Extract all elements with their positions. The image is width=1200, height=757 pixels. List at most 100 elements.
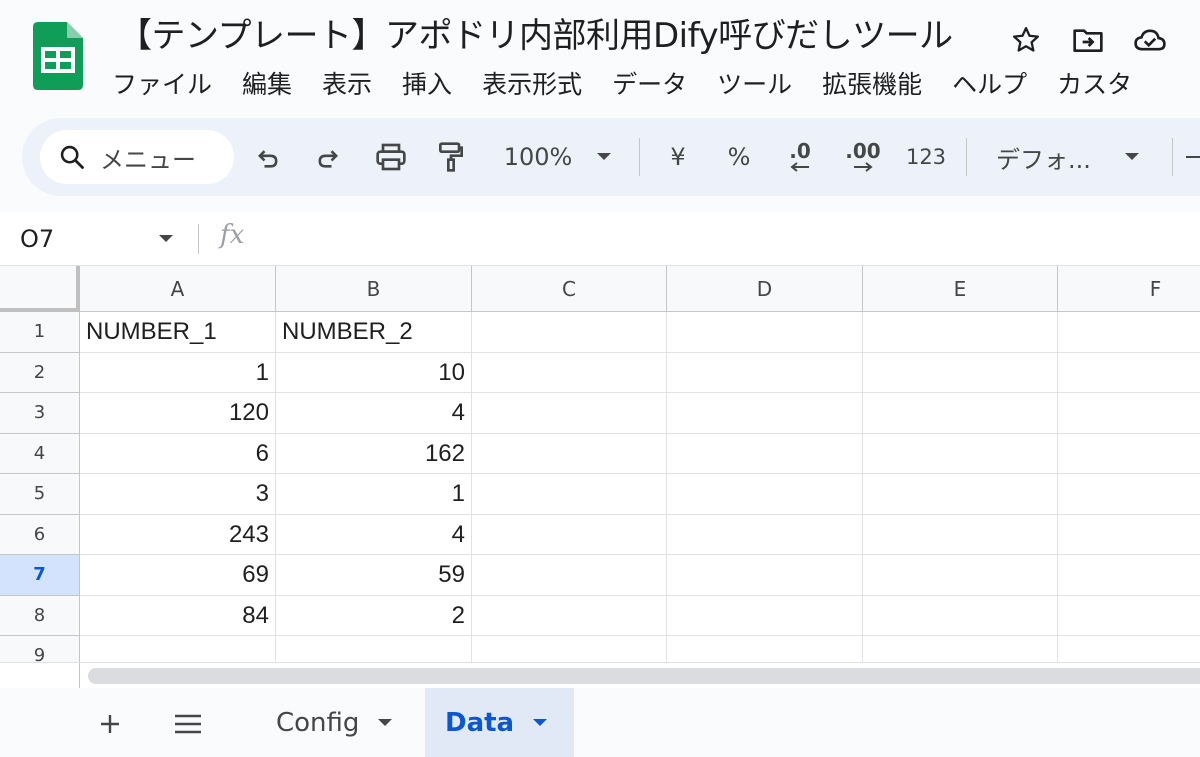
cell-b7[interactable]: 59	[276, 555, 472, 596]
column-header-b[interactable]: B	[276, 266, 472, 312]
sheets-logo-icon[interactable]	[33, 22, 83, 90]
column-header-a[interactable]: A	[80, 266, 276, 312]
add-sheet-button[interactable]	[88, 702, 132, 746]
column-header-c[interactable]: C	[472, 266, 667, 312]
column-header-e[interactable]: E	[863, 266, 1058, 312]
menu-search[interactable]: メニュー	[40, 130, 234, 184]
cell-b6[interactable]: 4	[276, 514, 472, 555]
empty-cell[interactable]	[863, 474, 1058, 515]
cell-b5[interactable]: 1	[276, 474, 472, 515]
row-header-5[interactable]: 5	[0, 474, 80, 515]
empty-cell[interactable]	[472, 636, 667, 662]
menu-custom[interactable]: カスタ	[1057, 66, 1147, 104]
select-all-corner[interactable]	[0, 266, 80, 312]
row-header-8[interactable]: 8	[0, 595, 80, 636]
zoom-select[interactable]: 100%	[500, 135, 576, 179]
currency-format-button[interactable]: ¥	[664, 135, 692, 179]
sheet-tab-data[interactable]: Data	[425, 688, 574, 757]
font-size-decrease-button[interactable]	[1186, 135, 1200, 179]
empty-cell[interactable]	[863, 433, 1058, 474]
empty-cell[interactable]	[667, 393, 863, 434]
menu-help[interactable]: ヘルプ	[952, 66, 1042, 104]
empty-cell[interactable]	[1058, 515, 1200, 555]
menu-edit[interactable]: 編集	[242, 66, 307, 104]
cell-b1[interactable]: NUMBER_2	[276, 312, 472, 353]
menu-view[interactable]: 表示	[322, 66, 387, 104]
row-header-9[interactable]: 9	[0, 636, 80, 662]
redo-button[interactable]	[310, 135, 346, 179]
empty-cell[interactable]	[80, 636, 276, 662]
empty-cell[interactable]	[472, 433, 667, 474]
empty-cell[interactable]	[863, 352, 1058, 393]
empty-cell[interactable]	[1058, 636, 1200, 662]
cell-b3[interactable]: 4	[276, 393, 472, 434]
row-header-2[interactable]: 2	[0, 352, 80, 393]
sheet-grid[interactable]: A B C D E F 1 2 3 4 5 6 7 8 9 NUMBER_1 N…	[0, 266, 1200, 662]
cell-a3[interactable]: 120	[80, 393, 276, 434]
menu-file[interactable]: ファイル	[112, 66, 227, 104]
empty-cell[interactable]	[863, 636, 1058, 662]
empty-cell[interactable]	[667, 312, 863, 353]
cell-a6[interactable]: 243	[80, 514, 276, 555]
menu-extensions[interactable]: 拡張機能	[822, 66, 937, 104]
chevron-down-icon[interactable]	[532, 718, 548, 728]
cell-a4[interactable]: 6	[80, 433, 276, 474]
empty-cell[interactable]	[1058, 393, 1200, 434]
empty-cell[interactable]	[667, 595, 863, 636]
empty-cell[interactable]	[472, 595, 667, 636]
empty-cell[interactable]	[863, 595, 1058, 636]
empty-cell[interactable]	[472, 312, 667, 353]
empty-cell[interactable]	[472, 555, 667, 596]
row-header-6[interactable]: 6	[0, 514, 80, 555]
all-sheets-button[interactable]	[166, 702, 210, 746]
empty-cell[interactable]	[863, 555, 1058, 596]
sheet-tab-config[interactable]: Config	[256, 688, 413, 757]
row-header-7[interactable]: 7	[0, 555, 80, 596]
decrease-decimal-button[interactable]: .0	[780, 135, 820, 179]
increase-decimal-button[interactable]: .00	[840, 135, 886, 179]
zoom-dropdown[interactable]	[592, 135, 616, 179]
empty-cell[interactable]	[667, 514, 863, 555]
chevron-down-icon[interactable]	[158, 234, 174, 244]
cell-a7[interactable]: 69	[80, 555, 276, 596]
column-header-f[interactable]: F	[1058, 266, 1200, 312]
empty-cell[interactable]	[1058, 353, 1200, 393]
document-title[interactable]: 【テンプレート】アポドリ内部利用Dify呼びだしツール	[118, 14, 953, 58]
empty-cell[interactable]	[667, 636, 863, 662]
empty-cell[interactable]	[1058, 596, 1200, 636]
percent-format-button[interactable]: %	[724, 135, 754, 179]
empty-cell[interactable]	[472, 352, 667, 393]
empty-cell[interactable]	[863, 514, 1058, 555]
empty-cell[interactable]	[1058, 312, 1200, 353]
row-header-4[interactable]: 4	[0, 433, 80, 474]
cell-a5[interactable]: 3	[80, 474, 276, 515]
paint-format-button[interactable]	[434, 135, 468, 179]
column-header-d[interactable]: D	[667, 266, 863, 312]
cell-b8[interactable]: 2	[276, 595, 472, 636]
empty-cell[interactable]	[667, 555, 863, 596]
cloud-saved-icon[interactable]	[1132, 22, 1168, 58]
star-icon[interactable]	[1008, 22, 1044, 58]
empty-cell[interactable]	[1058, 555, 1200, 596]
move-folder-icon[interactable]	[1070, 22, 1106, 58]
more-formats-button[interactable]: 123	[904, 135, 948, 179]
empty-cell[interactable]	[667, 474, 863, 515]
cell-b4[interactable]: 162	[276, 433, 472, 474]
font-select[interactable]: デフォ...	[996, 135, 1100, 179]
print-button[interactable]	[372, 135, 410, 179]
empty-cell[interactable]	[472, 474, 667, 515]
empty-cell[interactable]	[1058, 434, 1200, 474]
name-box[interactable]: O7	[20, 222, 54, 256]
empty-cell[interactable]	[863, 312, 1058, 353]
empty-cell[interactable]	[863, 393, 1058, 434]
empty-cell[interactable]	[276, 636, 472, 662]
cell-a2[interactable]: 1	[80, 352, 276, 393]
menu-tools[interactable]: ツール	[717, 66, 807, 104]
cell-a1[interactable]: NUMBER_1	[80, 312, 276, 353]
horizontal-scrollbar[interactable]	[0, 662, 1200, 689]
row-header-1[interactable]: 1	[0, 312, 80, 353]
menu-format[interactable]: 表示形式	[482, 66, 597, 104]
cell-a8[interactable]: 84	[80, 595, 276, 636]
empty-cell[interactable]	[667, 352, 863, 393]
cell-b2[interactable]: 10	[276, 352, 472, 393]
